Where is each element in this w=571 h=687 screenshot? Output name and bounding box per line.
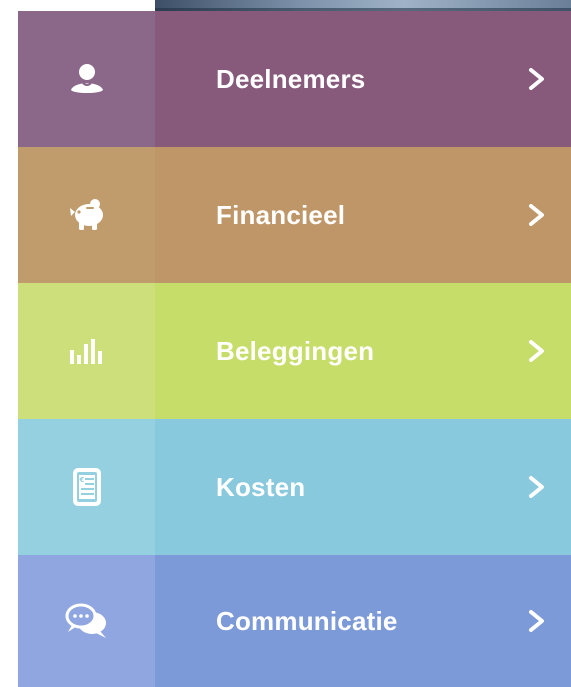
bar-chart-icon — [69, 339, 102, 364]
menu-item-kosten[interactable]: € Kosten — [18, 419, 571, 555]
chevron-right-icon — [529, 476, 544, 498]
navigation-menu: Deelnemers Financieel Beleggingen € Kost… — [18, 11, 571, 687]
menu-item-label-cell: Financieel — [155, 147, 571, 283]
menu-item-icon-cell — [18, 283, 155, 419]
menu-item-icon-cell — [18, 11, 155, 147]
chevron-right-icon — [529, 610, 544, 632]
menu-item-label: Beleggingen — [216, 335, 375, 366]
menu-item-label-cell: Kosten — [155, 419, 571, 555]
chevron-right-icon — [529, 204, 544, 226]
svg-text:€: € — [78, 476, 84, 484]
chat-bubbles-icon — [65, 603, 106, 638]
menu-item-label: Financieel — [216, 199, 346, 230]
menu-item-icon-cell — [18, 147, 155, 283]
person-icon — [70, 64, 103, 93]
menu-item-label-cell: Communicatie — [155, 555, 571, 687]
menu-item-deelnemers[interactable]: Deelnemers — [18, 11, 571, 147]
menu-item-label: Deelnemers — [216, 63, 366, 94]
menu-item-label-cell: Beleggingen — [155, 283, 571, 419]
chevron-right-icon — [529, 68, 544, 90]
header-image — [155, 0, 571, 11]
piggy-bank-icon — [69, 199, 103, 230]
menu-item-label: Kosten — [216, 471, 306, 502]
menu-item-label-cell: Deelnemers — [155, 11, 571, 147]
chevron-right-icon — [529, 340, 544, 362]
menu-item-beleggingen[interactable]: Beleggingen — [18, 283, 571, 419]
menu-item-icon-cell: € — [18, 419, 155, 555]
menu-item-icon-cell — [18, 555, 155, 687]
invoice-euro-icon: € — [72, 468, 101, 506]
menu-item-communicatie[interactable]: Communicatie — [18, 555, 571, 687]
menu-item-financieel[interactable]: Financieel — [18, 147, 571, 283]
menu-item-label: Communicatie — [216, 605, 398, 636]
